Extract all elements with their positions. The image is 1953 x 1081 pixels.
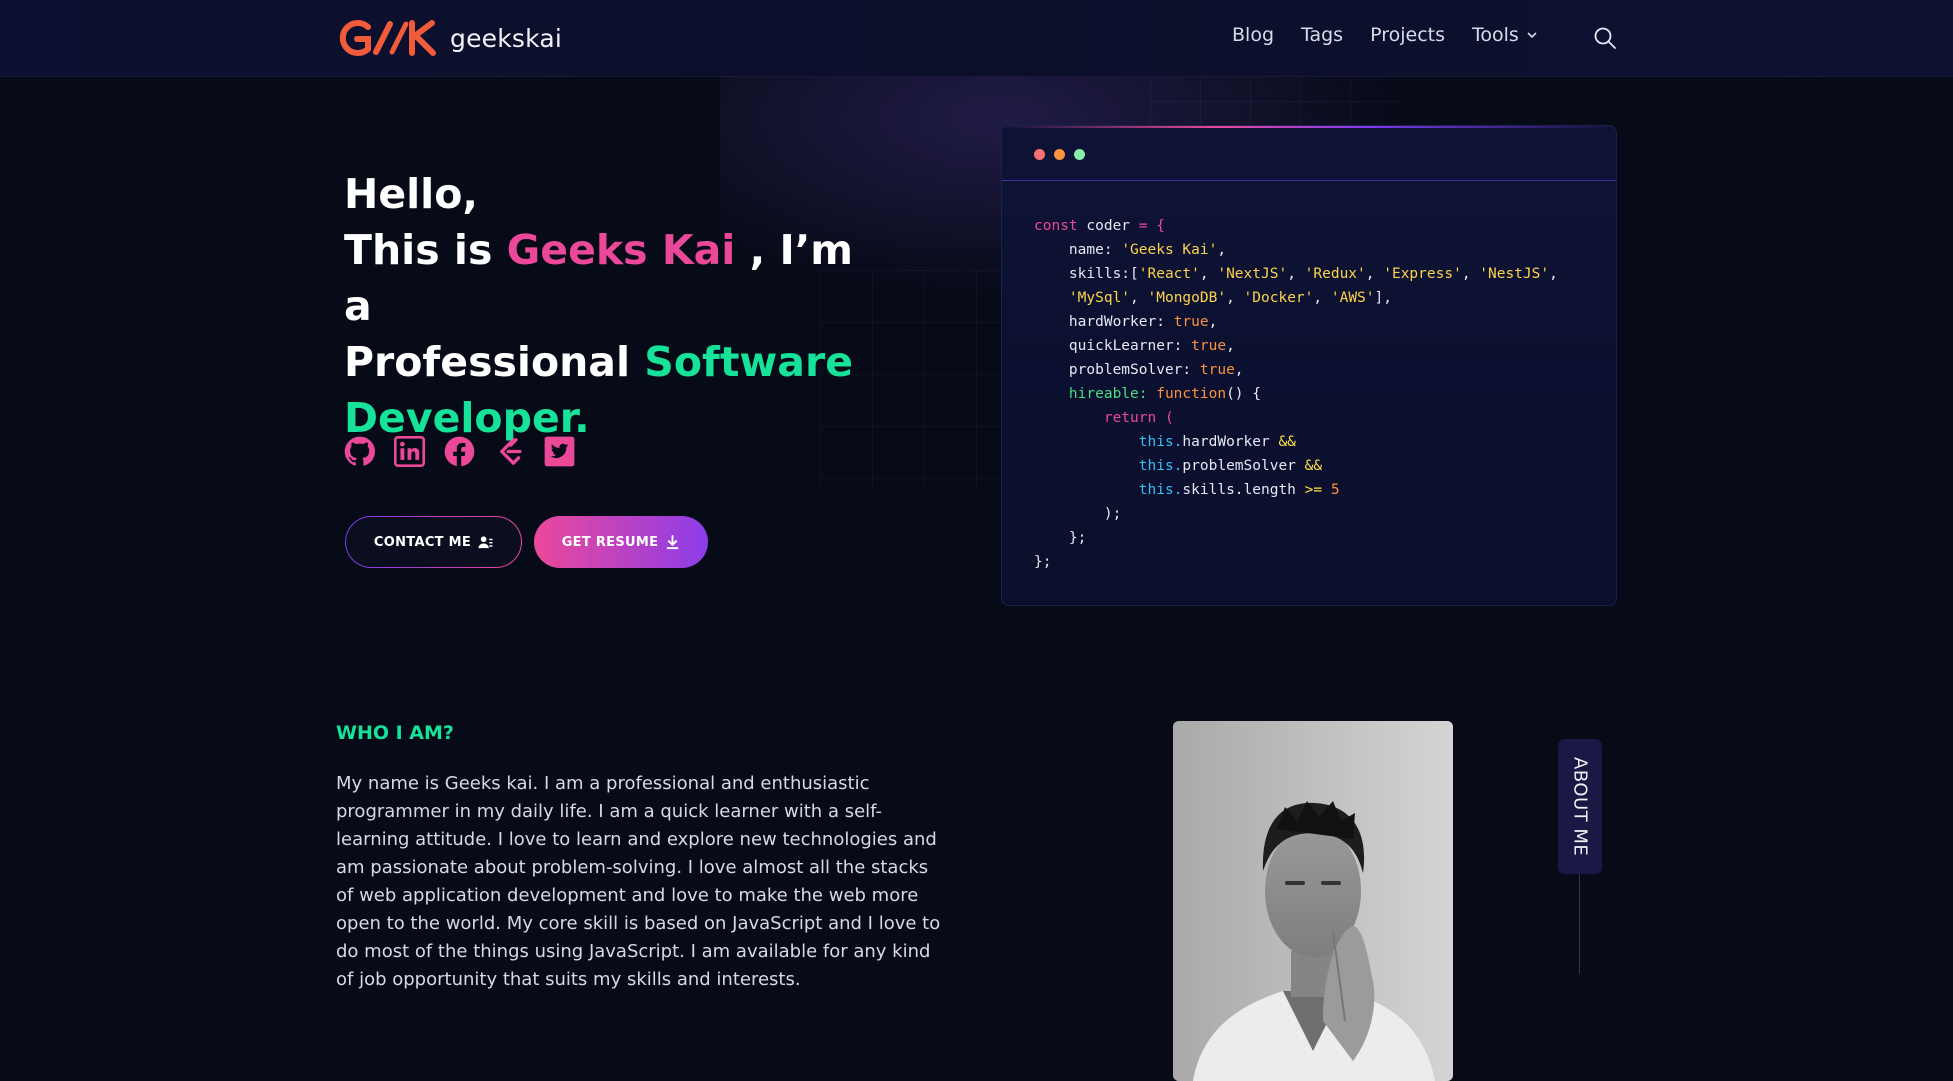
download-icon (667, 534, 679, 549)
contact-user-icon (478, 535, 493, 548)
geekskai-logo-icon (339, 20, 436, 56)
linkedin-icon[interactable] (394, 436, 425, 467)
window-dot-red (1034, 149, 1045, 160)
chevron-down-icon (1527, 32, 1537, 39)
nav-tools-dropdown[interactable]: Tools (1472, 24, 1538, 46)
nav-tools-label: Tools (1471, 24, 1519, 46)
leetcode-icon[interactable] (494, 436, 525, 467)
get-resume-button[interactable]: GET RESUME (534, 516, 708, 568)
nav-links: Blog Tags Projects Tools (1232, 24, 1538, 46)
about-heading: WHO I AM? (336, 722, 454, 744)
code-card: const coder = { name: 'Geeks Kai', skill… (1001, 125, 1617, 606)
hero-developer: Developer. (344, 394, 590, 442)
hero-name: Geeks Kai (506, 226, 736, 274)
logo-link[interactable]: geekskai (338, 18, 562, 58)
window-dot-green (1074, 149, 1085, 160)
search-icon[interactable] (1593, 26, 1617, 50)
about-text: My name is Geeks kai. I am a professiona… (336, 773, 941, 990)
hero-title: Hello, This is Geeks Kai , I’m a Profess… (344, 166, 864, 446)
navbar: geekskai Blog Tags Projects Tools (0, 0, 1953, 77)
nav-tags[interactable]: Tags (1301, 24, 1343, 46)
about-me-tab[interactable]: ABOUT ME (1558, 739, 1602, 874)
hero-hello: Hello, (344, 170, 478, 218)
contact-me-label: CONTACT ME (373, 534, 472, 550)
portrait-image (1173, 721, 1453, 1081)
profile-photo (1173, 721, 1453, 1081)
about-tab-line (1579, 874, 1580, 974)
hero-professional: Professional (344, 338, 645, 386)
facebook-icon[interactable] (444, 436, 475, 467)
code-card-header (1002, 126, 1616, 181)
get-resume-label: GET RESUME (561, 534, 659, 550)
github-icon[interactable] (344, 436, 375, 467)
hero-software: Software (644, 338, 854, 386)
twitter-icon[interactable] (544, 436, 575, 467)
contact-me-button[interactable]: CONTACT ME (345, 516, 522, 568)
about-me-tab-label: ABOUT ME (1569, 756, 1591, 857)
code-block: const coder = { name: 'Geeks Kai', skill… (1034, 218, 1558, 570)
social-links (344, 436, 594, 467)
nav-projects[interactable]: Projects (1370, 24, 1445, 46)
hero-this-is: This is (344, 226, 507, 274)
window-dot-orange (1054, 149, 1065, 160)
nav-blog[interactable]: Blog (1232, 24, 1274, 46)
brand-name: geekskai (450, 23, 563, 53)
